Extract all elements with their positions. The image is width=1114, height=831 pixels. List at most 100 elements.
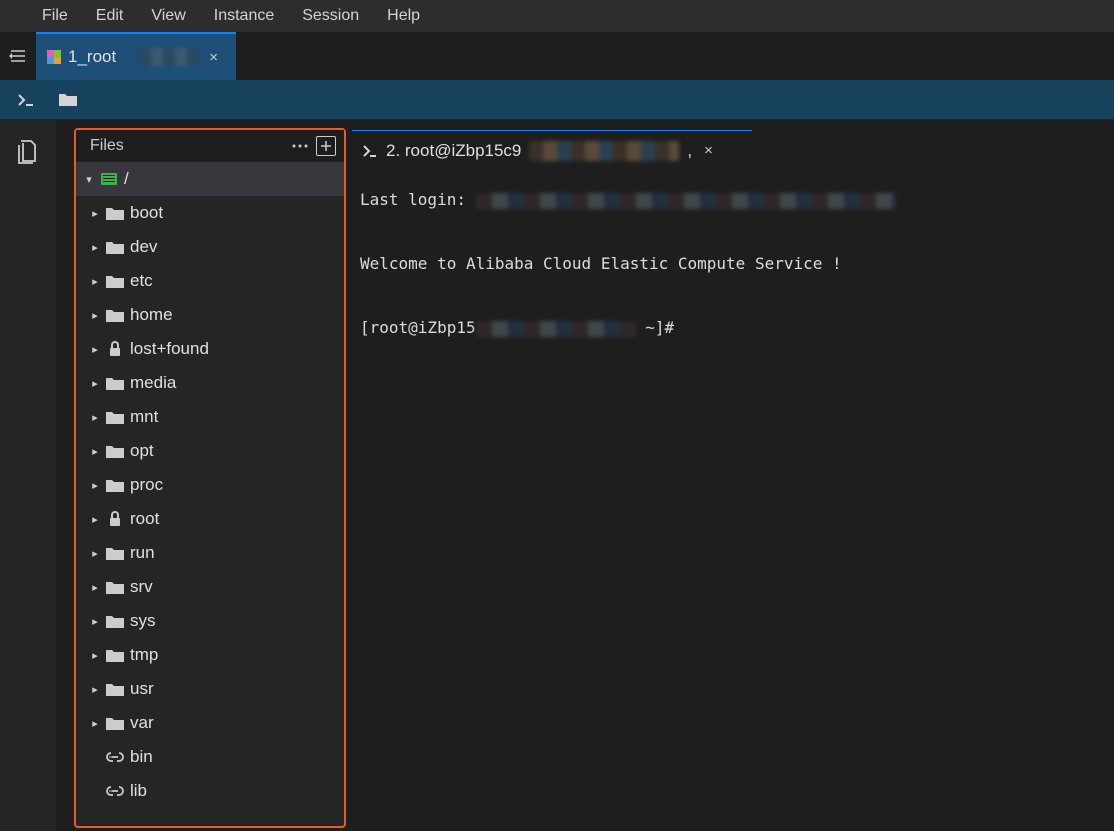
terminal-tab-title: 2. root@iZbp15c9 [386,141,521,161]
tab-close-button[interactable]: × [205,47,222,68]
menu-instance[interactable]: Instance [200,3,288,29]
files-panel-title: Files [90,137,284,155]
menu-session[interactable]: Session [288,3,373,29]
terminal-body[interactable]: Last login: Welcome to Alibaba Cloud Ela… [352,170,1114,831]
chevron-right-icon: ▸ [88,377,102,390]
tree-item-label: sys [128,611,156,631]
session-color-icon [46,49,62,65]
tree-item-bin[interactable]: bin [76,740,344,774]
tab-strip: 1_root × [0,32,1114,80]
tree-item-label: media [128,373,176,393]
terminal-tool-button[interactable] [14,88,38,112]
chevron-right-icon: ▸ [88,717,102,730]
menu-edit[interactable]: Edit [82,3,138,29]
files-activity-button[interactable] [12,136,44,168]
last-login-redacted [476,193,896,209]
tree-root[interactable]: ▾ / [76,162,344,196]
folder-icon [106,238,124,256]
menu-bar: File Edit View Instance Session Help [0,0,1114,32]
tree-item-mnt[interactable]: ▸ mnt [76,400,344,434]
folder-icon [106,544,124,562]
tree-item-label: etc [128,271,153,291]
tree-item-label: proc [128,475,163,495]
tree-item-sys[interactable]: ▸sys [76,604,344,638]
folder-icon [106,442,124,460]
chevron-right-icon: ▸ [88,479,102,492]
chevron-right-icon: ▸ [88,445,102,458]
folder-icon [106,578,124,596]
chevron-right-icon: ▸ [88,309,102,322]
files-add-button[interactable] [316,136,336,156]
tree-item-tmp[interactable]: ▸tmp [76,638,344,672]
tree-item-root[interactable]: ▸ root [76,502,344,536]
tree-item-media[interactable]: ▸ media [76,366,344,400]
last-login-label: Last login: [360,190,476,209]
tree-item-label: opt [128,441,154,461]
tree-item-lost+found[interactable]: ▸lost+found [76,332,344,366]
chevron-right-icon: ▸ [88,411,102,424]
folder-icon [106,646,124,664]
folder-icon [106,408,124,426]
files-header: Files [76,130,344,162]
chevron-right-icon: ▸ [88,513,102,526]
tree-item-dev[interactable]: ▸dev [76,230,344,264]
menu-help[interactable]: Help [373,3,434,29]
tree-item-opt[interactable]: ▸ opt [76,434,344,468]
main-area: Files ▾ / ▸boot▸dev▸etc▸home▸lost+found▸ [0,120,1114,831]
tree-item-etc[interactable]: ▸ etc [76,264,344,298]
tree-item-label: mnt [128,407,158,427]
folder-icon [106,680,124,698]
tree-item-label: bin [128,747,153,767]
terminal-tab-close-button[interactable]: × [700,140,717,161]
tree-item-label: lib [128,781,147,801]
tab-session-1[interactable]: 1_root × [36,32,236,80]
folder-icon [106,204,124,222]
folder-icon [106,476,124,494]
link-icon [106,782,124,800]
chevron-down-icon: ▾ [82,173,96,186]
tree-item-label: var [128,713,154,733]
disk-icon [100,170,118,188]
folder-icon [106,272,124,290]
root-label: / [122,169,129,189]
activity-bar [0,120,56,831]
prompt-prefix: [root@iZbp15 [360,318,476,337]
folder-icon [106,306,124,324]
tree-item-label: lost+found [128,339,209,359]
folder-icon [106,612,124,630]
chevron-right-icon: ▸ [88,581,102,594]
terminal-prompt-icon [362,143,378,159]
tab-title-redacted [139,48,199,66]
chevron-right-icon: ▸ [88,275,102,288]
link-icon [106,748,124,766]
tab-title: 1_root [68,47,133,67]
folder-tool-button[interactable] [56,88,80,112]
tree-item-label: run [128,543,155,563]
tree-item-run[interactable]: ▸ run [76,536,344,570]
files-more-button[interactable] [290,136,310,156]
tree-item-lib[interactable]: lib [76,774,344,808]
chevron-right-icon: ▸ [88,683,102,696]
tree-item-label: tmp [128,645,158,665]
tree-item-usr[interactable]: ▸usr [76,672,344,706]
menu-file[interactable]: File [28,3,82,29]
tree-item-boot[interactable]: ▸boot [76,196,344,230]
tree-item-label: boot [128,203,163,223]
prompt-suffix: ~]# [636,318,675,337]
menu-view[interactable]: View [137,3,199,29]
tree-item-label: home [128,305,173,325]
tree-item-var[interactable]: ▸ var [76,706,344,740]
terminal-tab-redacted [529,141,679,161]
terminal-area: 2. root@iZbp15c9 , × Last login: Welcome… [352,120,1114,831]
welcome-text: Welcome to Alibaba Cloud Elastic Compute… [360,254,842,273]
tree-item-proc[interactable]: ▸ proc [76,468,344,502]
sidebar-toggle-button[interactable] [0,32,36,80]
files-panel-wrap: Files ▾ / ▸boot▸dev▸etc▸home▸lost+found▸ [56,120,352,831]
tree-item-home[interactable]: ▸ home [76,298,344,332]
terminal-tab[interactable]: 2. root@iZbp15c9 , × [352,130,752,170]
chevron-right-icon: ▸ [88,547,102,560]
tree-item-srv[interactable]: ▸ srv [76,570,344,604]
file-tree[interactable]: ▾ / ▸boot▸dev▸etc▸home▸lost+found▸media▸… [76,162,344,826]
tree-item-label: root [128,509,159,529]
tree-item-label: srv [128,577,153,597]
